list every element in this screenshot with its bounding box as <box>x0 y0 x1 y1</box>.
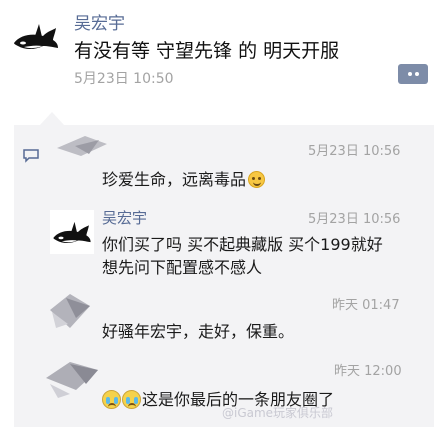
cry-icon <box>122 390 141 409</box>
comment-text: 珍爱生命，远离毒品 <box>102 166 266 190</box>
avatar[interactable] <box>50 210 94 254</box>
comment-time: 昨天 01:47 <box>332 298 400 313</box>
avatar[interactable] <box>45 130 117 170</box>
post-text: 有没有等 守望先锋 的 明天开服 <box>74 40 340 62</box>
avatar[interactable] <box>10 10 62 62</box>
post-author[interactable]: 吴宏宇 <box>74 9 125 34</box>
comment-author[interactable]: 吴宏宇 <box>102 207 147 228</box>
comment-time: 5月23日 10:56 <box>308 144 401 159</box>
watermark: @iGame玩家俱乐部 <box>222 406 334 420</box>
comment-icon <box>23 149 39 163</box>
comment-time: 昨天 12:00 <box>334 364 402 379</box>
avatar[interactable] <box>46 284 98 336</box>
more-dots-icon[interactable] <box>398 64 428 84</box>
comment-time: 5月23日 10:56 <box>308 212 401 227</box>
comment-text: 你们买了吗 买不起典藏版 买个199就好 <box>102 235 383 254</box>
post-time: 5月23日 10:50 <box>74 71 174 87</box>
smile-icon <box>248 171 266 188</box>
feedback-notch <box>40 112 64 125</box>
comment-text: 想先问下配置感不感人 <box>102 258 263 277</box>
comment-text: 好骚年宏宇，走好，保重。 <box>102 322 295 341</box>
cry-icon <box>102 390 121 409</box>
